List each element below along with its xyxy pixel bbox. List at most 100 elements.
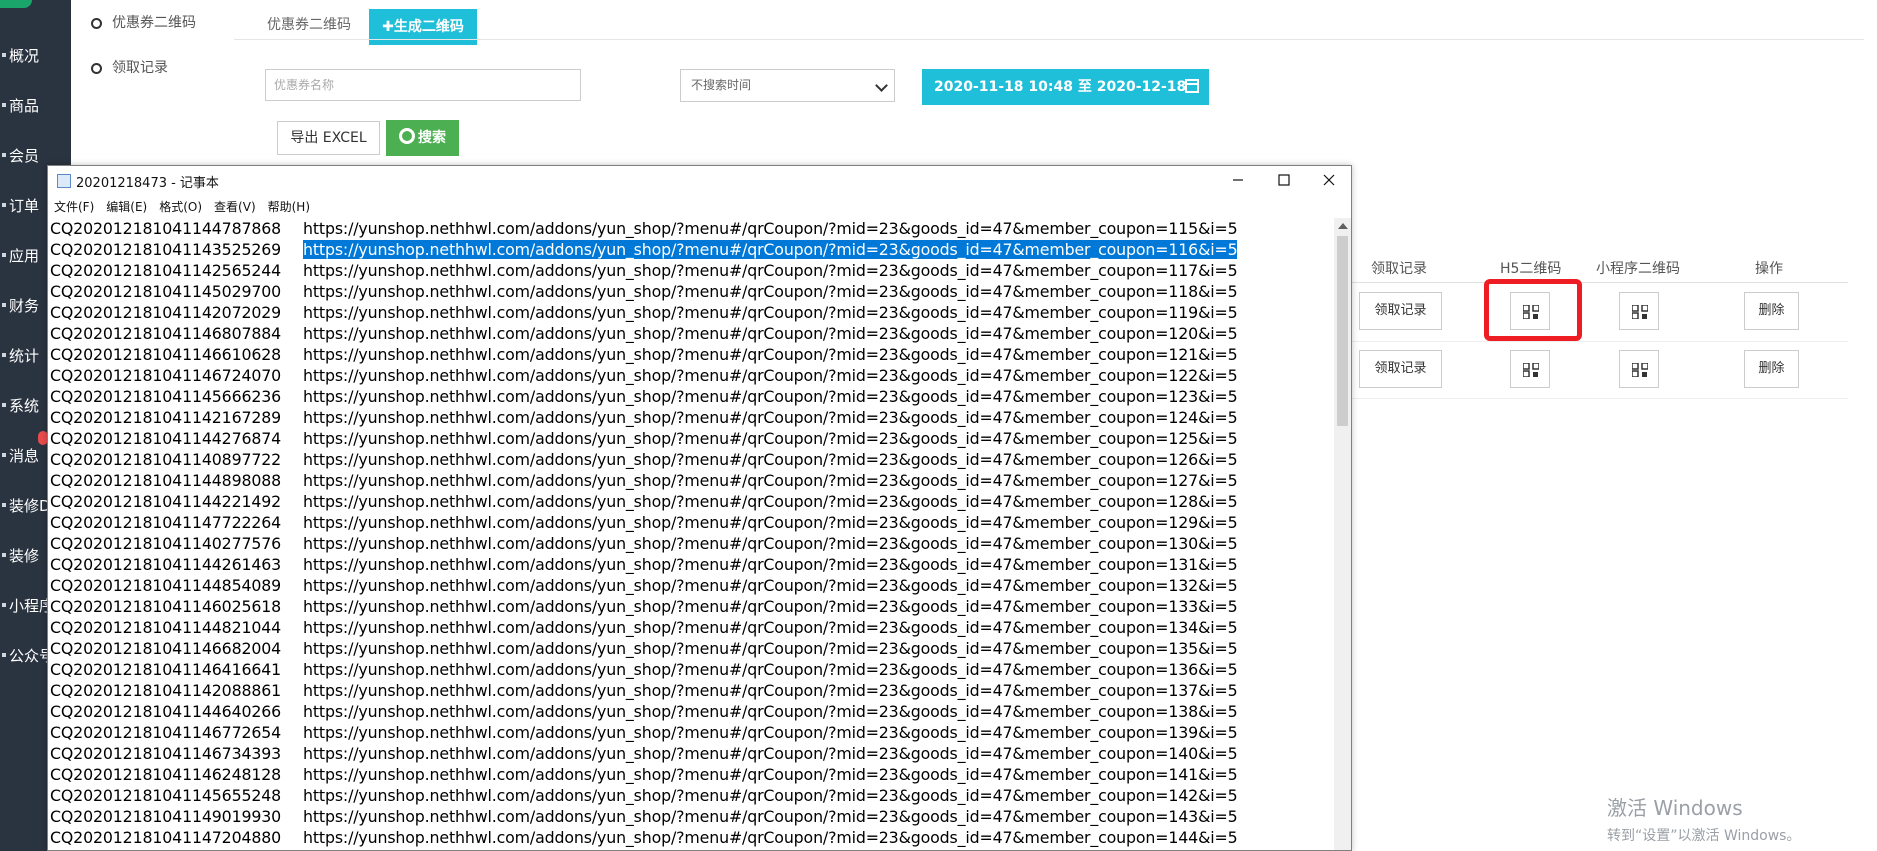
coupon-code: CQ202012181041140897722: [50, 450, 282, 469]
submenu-item-receive-record[interactable]: 领取记录: [91, 58, 168, 78]
coupon-code: CQ202012181041142565244: [50, 261, 282, 280]
miniapp-qrcode-button[interactable]: [1619, 292, 1659, 330]
menu-file[interactable]: 文件(F): [54, 200, 94, 214]
coupon-url: https://yunshop.nethhwl.com/addons/yun_s…: [303, 807, 1238, 826]
date-range-picker[interactable]: 2020-11-18 10:48 至 2020-12-18 10:48: [922, 69, 1209, 131]
nav-icon: [2, 653, 6, 657]
coupon-code: CQ202012181041142088861: [50, 681, 282, 700]
coupon-url: https://yunshop.nethhwl.com/addons/yun_s…: [303, 324, 1238, 343]
minimize-icon[interactable]: [1228, 170, 1248, 190]
coupon-code: CQ202012181041143525269: [50, 240, 282, 259]
menu-format[interactable]: 格式(O): [159, 200, 202, 214]
coupon-url: https://yunshop.nethhwl.com/addons/yun_s…: [303, 366, 1238, 385]
coupon-code: CQ202012181041146724070: [50, 366, 282, 385]
sidebar-item-label: 概况: [9, 47, 40, 65]
coupon-url: https://yunshop.nethhwl.com/addons/yun_s…: [303, 408, 1238, 427]
coupon-url: https://yunshop.nethhwl.com/addons/yun_s…: [303, 282, 1238, 301]
coupon-url: https://yunshop.nethhwl.com/addons/yun_s…: [303, 240, 1238, 259]
delete-button[interactable]: 删除: [1744, 350, 1799, 388]
text-line: CQ202012181041145029700 https://yunshop.n…: [50, 281, 1335, 302]
windows-activation-watermark: 激活 Windows 转到“设置”以激活 Windows。: [1607, 792, 1800, 845]
record-button[interactable]: 领取记录: [1359, 292, 1442, 330]
column-header-miniapp-qrcode: 小程序二维码: [1596, 261, 1680, 277]
coupon-url: https://yunshop.nethhwl.com/addons/yun_s…: [303, 303, 1238, 322]
search-icon: [399, 128, 415, 144]
nav-icon: [2, 403, 6, 407]
text-line: CQ202012181041142088861 https://yunshop.n…: [50, 680, 1335, 701]
text-line: CQ202012181041142072029 https://yunshop.n…: [50, 302, 1335, 323]
sidebar-item-label: 装修: [9, 547, 40, 565]
coupon-code: CQ20201218104114478786​8: [50, 219, 282, 238]
text-line: CQ202012181041144854089 https://yunshop.n…: [50, 575, 1335, 596]
coupon-code: CQ202012181041142072029: [50, 303, 282, 322]
coupon-code: CQ202012181041145655248: [50, 786, 282, 805]
watermark-subtitle: 转到“设置”以激活 Windows。: [1607, 828, 1801, 844]
coupon-url: https://yunshop.nethhwl.com/addons/yun_s…: [303, 639, 1238, 658]
text-line: CQ202012181041146772654 https://yunshop.n…: [50, 722, 1335, 743]
nav-icon: [2, 103, 6, 107]
coupon-url: https://yunshop.nethhwl.com/addons/yun_s…: [303, 702, 1238, 721]
scrollbar-thumb[interactable]: [1337, 236, 1348, 426]
menu-edit[interactable]: 编辑(E): [106, 200, 147, 214]
time-filter-select[interactable]: 不搜索时间: [680, 69, 895, 102]
text-line: CQ202012181041144221492 https://yunshop.n…: [50, 491, 1335, 512]
text-line: CQ202012181041144261463 https://yunshop.n…: [50, 554, 1335, 575]
export-excel-button[interactable]: 导出 EXCEL: [277, 121, 380, 155]
column-header-action: 操作: [1755, 261, 1783, 277]
notepad-text-area[interactable]: CQ20201218104114478786​8 https://yunshop.…: [50, 218, 1335, 850]
coupon-code: CQ202012181041144854089: [50, 576, 282, 595]
sidebar-item[interactable]: 会员: [0, 145, 71, 167]
text-line: CQ202012181041142565244 https://yunshop.n…: [50, 260, 1335, 281]
qrcode-icon: [1632, 305, 1648, 319]
notepad-title: 20201218473 - 记事本: [76, 176, 219, 191]
submenu-item-coupon-qrcode[interactable]: 优惠券二维码: [91, 13, 196, 33]
text-line: CQ20201218104114478786​8 https://yunshop.…: [50, 218, 1335, 239]
maximize-icon[interactable]: [1274, 170, 1294, 190]
menu-help[interactable]: 帮助(H): [268, 200, 310, 214]
calendar-icon: [1185, 79, 1199, 93]
highlight-annotation: [1484, 279, 1582, 341]
time-filter-value: 不搜索时间: [691, 78, 752, 92]
sidebar-item-label: 系统: [9, 397, 40, 415]
notepad-window[interactable]: 20201218473 - 记事本 文件(F) 编辑(E) 格式(O) 查看(V) 帮助…: [47, 165, 1352, 851]
nav-icon: [2, 453, 6, 457]
text-line: CQ202012181041146724070 https://yunshop.n…: [50, 365, 1335, 386]
coupon-name-input[interactable]: 优惠券名称: [265, 69, 581, 101]
record-button[interactable]: 领取记录: [1359, 350, 1442, 388]
date-range-value: 2020-11-18 10:48 至 2020-12-18 10:48: [934, 79, 1187, 131]
coupon-code: CQ202012181041140277576: [50, 534, 282, 553]
nav-icon: [2, 203, 6, 207]
notepad-titlebar[interactable]: 20201218473 - 记事本: [48, 166, 1351, 194]
search-button[interactable]: 搜索: [386, 120, 459, 156]
watermark-title: 激活 Windows: [1607, 796, 1743, 820]
vertical-scrollbar[interactable]: [1334, 218, 1351, 850]
sidebar-item[interactable]: 概况: [0, 45, 71, 67]
sidebar-item-label: 会员: [9, 147, 40, 165]
radio-icon: [91, 17, 102, 29]
text-line: CQ202012181041144821044 https://yunshop.n…: [50, 617, 1335, 638]
nav-icon: [2, 353, 6, 357]
coupon-url: https://yunshop.nethhwl.com/addons/yun_s…: [303, 513, 1238, 532]
delete-button[interactable]: 删除: [1744, 292, 1799, 330]
text-line: CQ202012181041145655248 https://yunshop.n…: [50, 785, 1335, 806]
menu-view[interactable]: 查看(V): [214, 200, 256, 214]
coupon-url: https://yunshop.nethhwl.com/addons/yun_s…: [303, 723, 1238, 742]
text-line: CQ202012181041147722264 https://yunshop.n…: [50, 512, 1335, 533]
radio-icon: [91, 62, 102, 74]
miniapp-qrcode-button[interactable]: [1619, 350, 1659, 388]
tab-coupon-qrcode[interactable]: 优惠券二维码: [267, 14, 351, 34]
chevron-down-icon: [875, 79, 888, 92]
h5-qrcode-button[interactable]: [1510, 350, 1550, 388]
scroll-up-icon[interactable]: [1338, 223, 1348, 229]
close-icon[interactable]: [1319, 170, 1339, 190]
coupon-url: https://yunshop.nethhwl.com/addons/yun_s…: [303, 576, 1238, 595]
tab-divider: [234, 39, 1864, 40]
coupon-code: CQ202012181041144640266: [50, 702, 282, 721]
sidebar-item[interactable]: 商品: [0, 95, 71, 117]
coupon-url: https://yunshop.nethhwl.com/addons/yun_s…: [303, 429, 1238, 448]
coupon-url: https://yunshop.nethhwl.com/addons/yun_s…: [303, 261, 1238, 280]
coupon-code: CQ202012181041144261463: [50, 555, 282, 574]
text-line: CQ202012181041146807884 https://yunshop.n…: [50, 323, 1335, 344]
coupon-url: https://yunshop.nethhwl.com/addons/yun_s…: [303, 681, 1238, 700]
coupon-url: https://yunshop.nethhwl.com/addons/yun_s…: [303, 618, 1238, 637]
